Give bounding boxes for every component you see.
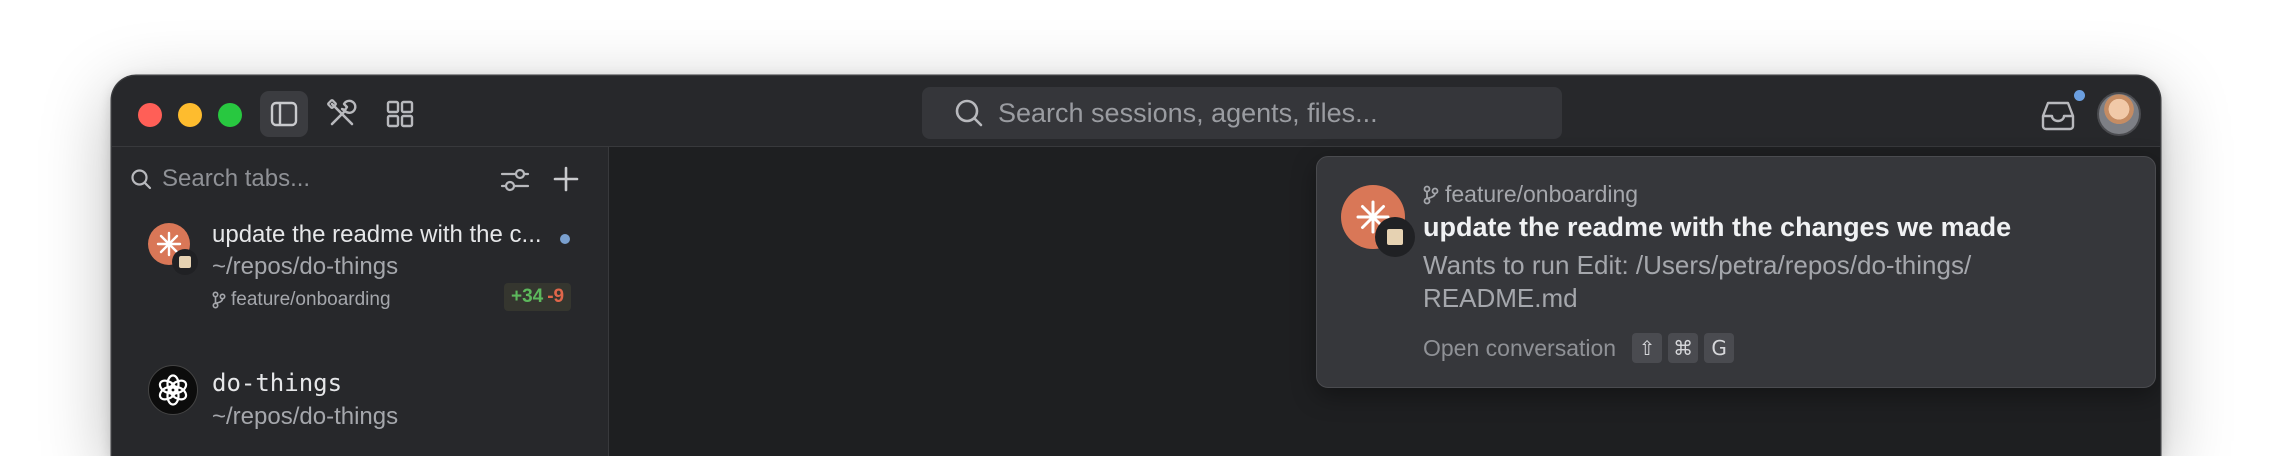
- inbox-icon: [2041, 101, 2075, 131]
- g-key: G: [1704, 333, 1735, 363]
- new-tab-icon[interactable]: [552, 165, 580, 193]
- git-branch-icon: [212, 291, 226, 309]
- session-title: do-things: [212, 369, 343, 397]
- branch-name: feature/onboarding: [1445, 181, 1639, 207]
- additions-count: +34: [511, 286, 544, 307]
- sidebar: Search tabs... update the readme with th…: [112, 147, 609, 456]
- status-badge: [1375, 217, 1415, 257]
- search-icon: [131, 169, 152, 190]
- session-item[interactable]: do-things ~/repos/do-things: [112, 365, 608, 456]
- branch-name: feature/onboarding: [231, 289, 391, 310]
- apps-grid-button[interactable]: [376, 91, 424, 137]
- session-path: ~/repos/do-things: [212, 403, 399, 430]
- inbox-button[interactable]: [2040, 98, 2076, 132]
- notification-branch: feature/onboarding: [1423, 181, 1638, 208]
- global-search[interactable]: Search sessions, agents, files...: [922, 87, 1562, 139]
- notification-description: Wants to run Edit: /Users/petra/repos/do…: [1423, 250, 1972, 313]
- inbox-unread-dot: [2074, 90, 2085, 101]
- git-branch-icon: [1423, 185, 1439, 204]
- status-badge: [172, 249, 198, 275]
- toggle-sidebar-button[interactable]: [260, 91, 308, 137]
- session-branch: feature/onboarding: [212, 289, 391, 311]
- title-bar: Search sessions, agents, files...: [112, 76, 2160, 147]
- tab-search-placeholder: Search tabs...: [162, 165, 311, 192]
- open-conversation-action[interactable]: Open conversation ⇧ ⌘ G: [1423, 333, 1740, 363]
- open-conversation-label: Open conversation: [1423, 334, 1617, 361]
- unread-indicator: [560, 234, 570, 244]
- zoom-window-button[interactable]: [218, 103, 242, 127]
- tab-search[interactable]: Search tabs...: [130, 165, 310, 193]
- global-search-placeholder: Search sessions, agents, files...: [998, 97, 1378, 128]
- sidebar-icon: [270, 101, 298, 127]
- deletions-count: -9: [547, 286, 565, 307]
- session-item[interactable]: update the readme with the c... ~/repos/…: [112, 209, 608, 327]
- session-path: ~/repos/do-things: [212, 253, 399, 280]
- openai-logo-icon: [148, 365, 198, 415]
- tools-icon: [327, 99, 357, 126]
- close-window-button[interactable]: [138, 103, 162, 127]
- diff-stats: +34 -9: [504, 283, 572, 311]
- filter-icon[interactable]: [500, 167, 530, 193]
- session-title: update the readme with the c...: [212, 221, 542, 248]
- app-window: Search sessions, agents, files... Search…: [112, 76, 2160, 456]
- shift-key-icon: ⇧: [1632, 333, 1663, 363]
- notification-title: update the readme with the changes we ma…: [1423, 212, 2012, 242]
- tools-button[interactable]: [318, 91, 366, 137]
- minimize-window-button[interactable]: [178, 103, 202, 127]
- user-avatar[interactable]: [2097, 92, 2141, 136]
- command-key-icon: ⌘: [1668, 333, 1699, 363]
- grid-icon: [386, 100, 414, 128]
- search-icon: [955, 99, 983, 127]
- permission-notification[interactable]: feature/onboarding update the readme wit…: [1316, 156, 2156, 388]
